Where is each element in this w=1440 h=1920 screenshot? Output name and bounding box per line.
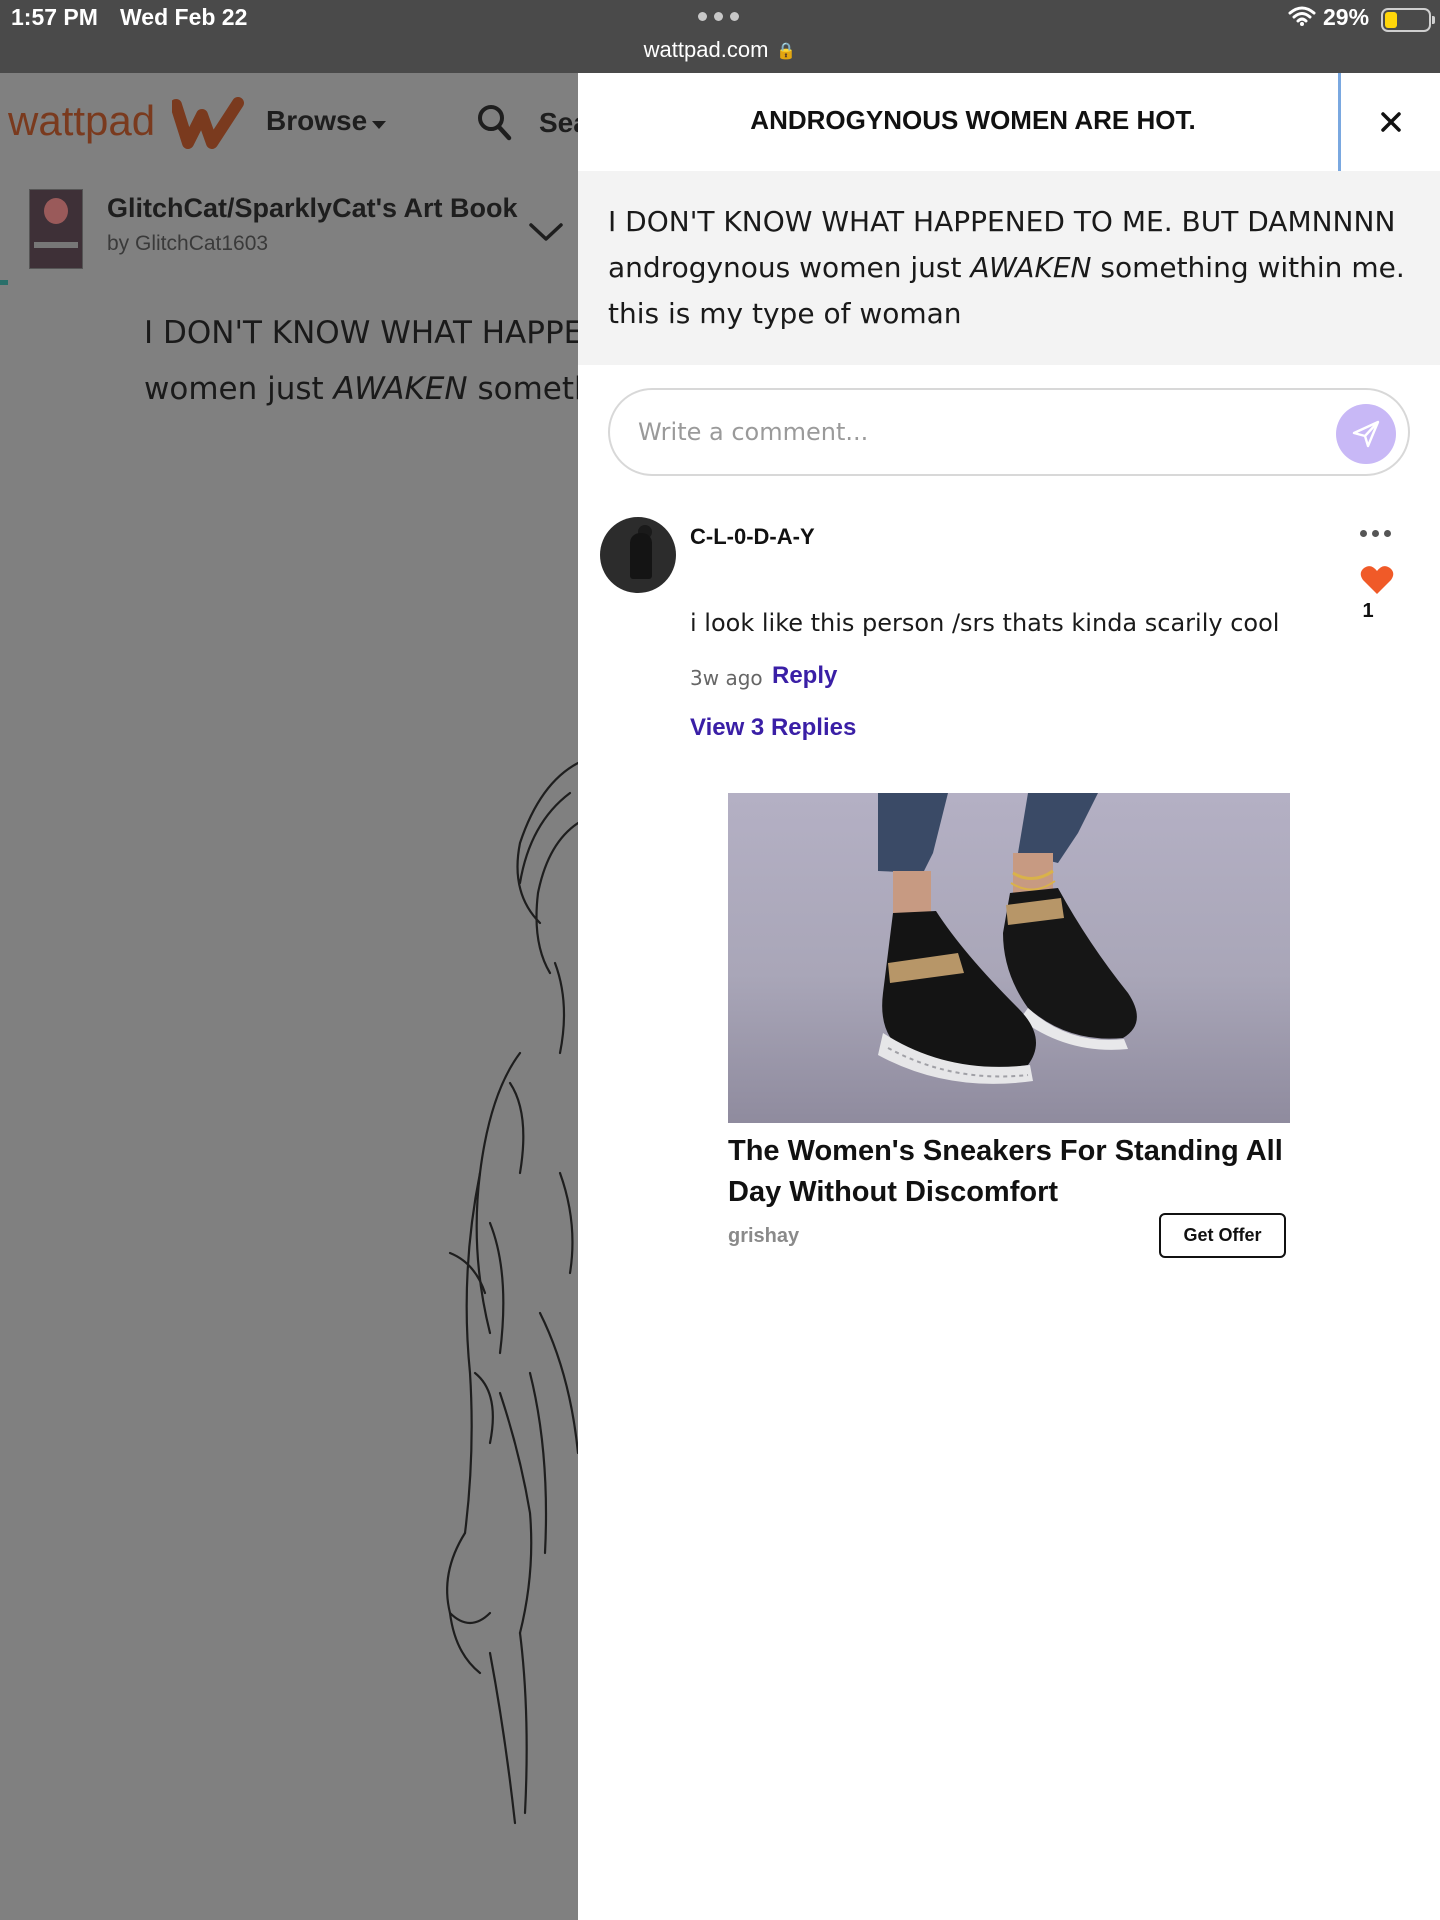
send-button[interactable]: [1336, 404, 1396, 464]
comment-username[interactable]: C-L-0-D-A-Y: [690, 518, 820, 556]
avatar[interactable]: [600, 517, 676, 593]
battery-level: [1385, 12, 1397, 28]
like-count: 1: [1362, 600, 1374, 622]
comment-composer[interactable]: [608, 388, 1410, 476]
url-text: wattpad.com: [643, 37, 769, 62]
pencil-sketch-illustration: [446, 761, 578, 1825]
story-author[interactable]: by GlitchCat1603: [107, 232, 268, 256]
get-offer-button[interactable]: Get Offer: [1159, 1213, 1286, 1258]
comments-panel: ANDROGYNOUS WOMEN ARE HOT. I DON'T KNOW …: [578, 73, 1440, 1920]
panel-title: ANDROGYNOUS WOMEN ARE HOT.: [750, 105, 1196, 135]
multitasking-dots-icon[interactable]: [698, 12, 739, 21]
ad-image-sneakers[interactable]: [728, 793, 1290, 1123]
quoted-text: I DON'T KNOW WHAT HAPPENED TO ME. BUT DA…: [608, 205, 1405, 330]
lock-icon: 🔒: [776, 43, 797, 61]
chevron-down-icon[interactable]: [528, 221, 564, 243]
ad-source: grishay: [728, 1225, 800, 1247]
battery-percent: 29%: [1323, 4, 1370, 30]
status-time: 1:57 PM: [11, 4, 98, 30]
view-replies-link[interactable]: View 3 Replies: [690, 714, 856, 742]
battery-icon: [1381, 8, 1435, 32]
comment-timestamp: 3w ago: [690, 666, 763, 690]
story-text: I DON'T KNOW WHAT HAPPENE women just AWA…: [144, 305, 578, 417]
search-icon[interactable]: [476, 103, 512, 141]
story-header[interactable]: GlitchCat/SparklyCat's Art Book by Glitc…: [0, 183, 578, 283]
reading-progress-bar: [0, 280, 8, 285]
heart-icon[interactable]: [1360, 565, 1394, 595]
wattpad-w-logo-icon[interactable]: [172, 97, 244, 149]
story-page-dimmed[interactable]: wattpad Browse Sea GlitchCat/SparklyCat'…: [0, 73, 578, 1920]
comment-input[interactable]: [638, 410, 1278, 454]
address-bar[interactable]: wattpad.com 🔒: [0, 37, 1440, 63]
story-cover-image: [29, 189, 83, 269]
story-title: GlitchCat/SparklyCat's Art Book: [107, 193, 518, 223]
status-bar: 1:57 PM Wed Feb 22 wattpad.com 🔒 29%: [0, 0, 1440, 73]
comment-text: i look like this person /srs thats kinda…: [690, 609, 1280, 637]
send-icon: [1352, 420, 1380, 448]
more-options-icon[interactable]: [1360, 530, 1391, 537]
search-label[interactable]: Sea: [539, 107, 578, 139]
status-date: Wed Feb 22: [120, 4, 248, 30]
close-icon: [1380, 112, 1401, 132]
panel-header: ANDROGYNOUS WOMEN ARE HOT.: [578, 73, 1440, 174]
reply-button[interactable]: Reply: [772, 662, 837, 690]
story-text-line: women just AWAKEN somethin: [144, 371, 578, 407]
browse-caret-icon: [372, 121, 386, 129]
quoted-paragraph: I DON'T KNOW WHAT HAPPENED TO ME. BUT DA…: [578, 171, 1440, 365]
ad-headline[interactable]: The Women's Sneakers For Standing All Da…: [728, 1131, 1288, 1213]
wifi-icon: [1288, 6, 1316, 26]
close-button[interactable]: [1338, 73, 1440, 174]
story-text-line: I DON'T KNOW WHAT HAPPENE: [144, 315, 578, 351]
wattpad-logo[interactable]: wattpad: [8, 97, 155, 145]
browse-menu[interactable]: Browse: [266, 105, 367, 137]
wattpad-top-nav: wattpad Browse Sea: [0, 73, 578, 173]
